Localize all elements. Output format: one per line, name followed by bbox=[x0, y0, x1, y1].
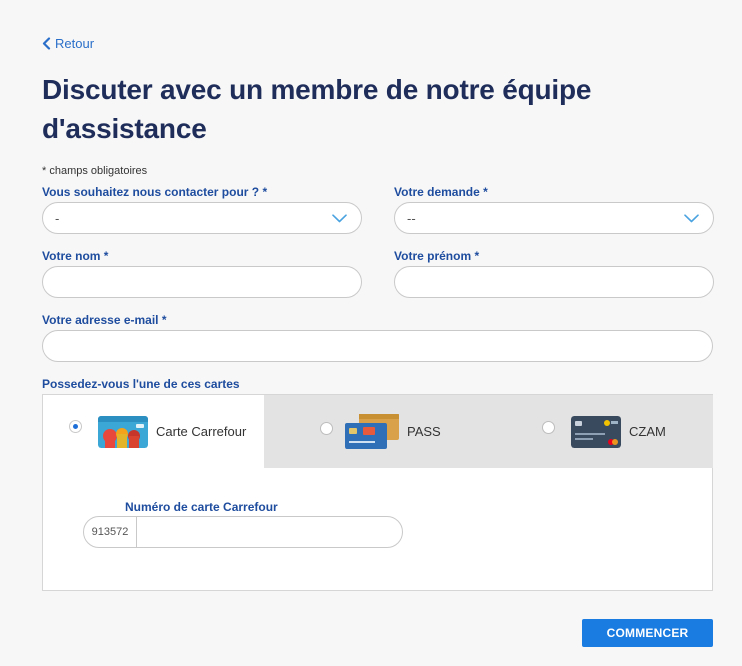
chevron-down-icon bbox=[332, 213, 347, 222]
card-option-pass[interactable]: PASS bbox=[320, 395, 441, 468]
pass-radio[interactable] bbox=[320, 422, 333, 435]
request-value: -- bbox=[407, 210, 416, 226]
first-name-input[interactable] bbox=[395, 267, 713, 297]
czam-radio[interactable] bbox=[542, 421, 555, 434]
required-fields-note: * champs obligatoires bbox=[42, 165, 148, 177]
email-field-wrap bbox=[42, 330, 713, 362]
card-number-field: 913572 bbox=[83, 516, 403, 548]
chevron-down-icon bbox=[684, 213, 699, 222]
pass-label: PASS bbox=[407, 424, 441, 439]
carrefour-radio[interactable] bbox=[69, 420, 82, 433]
page-title: Discuter avec un membre de notre équipe … bbox=[42, 74, 592, 144]
carte-carrefour-card-image bbox=[98, 415, 148, 448]
contact-reason-select[interactable]: - bbox=[42, 202, 362, 234]
pass-card-image bbox=[345, 413, 401, 450]
czam-label: CZAM bbox=[629, 424, 666, 439]
contact-reason-label: Vous souhaitez nous contacter pour ? * bbox=[42, 185, 268, 199]
chevron-left-icon bbox=[42, 37, 51, 50]
czam-card-image bbox=[571, 415, 621, 448]
card-option-czam[interactable]: CZAM bbox=[542, 395, 666, 468]
contact-reason-value: - bbox=[55, 210, 60, 226]
card-number-label: Numéro de carte Carrefour bbox=[125, 500, 278, 514]
card-option-carrefour[interactable]: Carte Carrefour bbox=[69, 395, 246, 468]
last-name-field-wrap bbox=[42, 266, 362, 298]
last-name-label: Votre nom * bbox=[42, 249, 109, 263]
contact-page: Retour Discuter avec un membre de notre … bbox=[0, 0, 742, 666]
request-label: Votre demande * bbox=[394, 185, 488, 199]
start-button[interactable]: COMMENCER bbox=[582, 619, 713, 647]
email-label: Votre adresse e-mail * bbox=[42, 313, 167, 327]
card-number-input[interactable] bbox=[137, 517, 402, 547]
email-input[interactable] bbox=[43, 331, 712, 361]
back-link-label: Retour bbox=[55, 36, 95, 51]
card-number-prefix: 913572 bbox=[84, 517, 137, 547]
request-select[interactable]: -- bbox=[394, 202, 714, 234]
cards-question-label: Possedez-vous l'une de ces cartes bbox=[42, 377, 240, 391]
carte-carrefour-label: Carte Carrefour bbox=[156, 424, 247, 439]
first-name-field-wrap bbox=[394, 266, 714, 298]
last-name-input[interactable] bbox=[43, 267, 361, 297]
back-link[interactable]: Retour bbox=[42, 36, 94, 51]
first-name-label: Votre prénom * bbox=[394, 249, 480, 263]
card-selection-panel: Carte Carrefour PASS CZAM Numéro de cart… bbox=[42, 394, 713, 591]
